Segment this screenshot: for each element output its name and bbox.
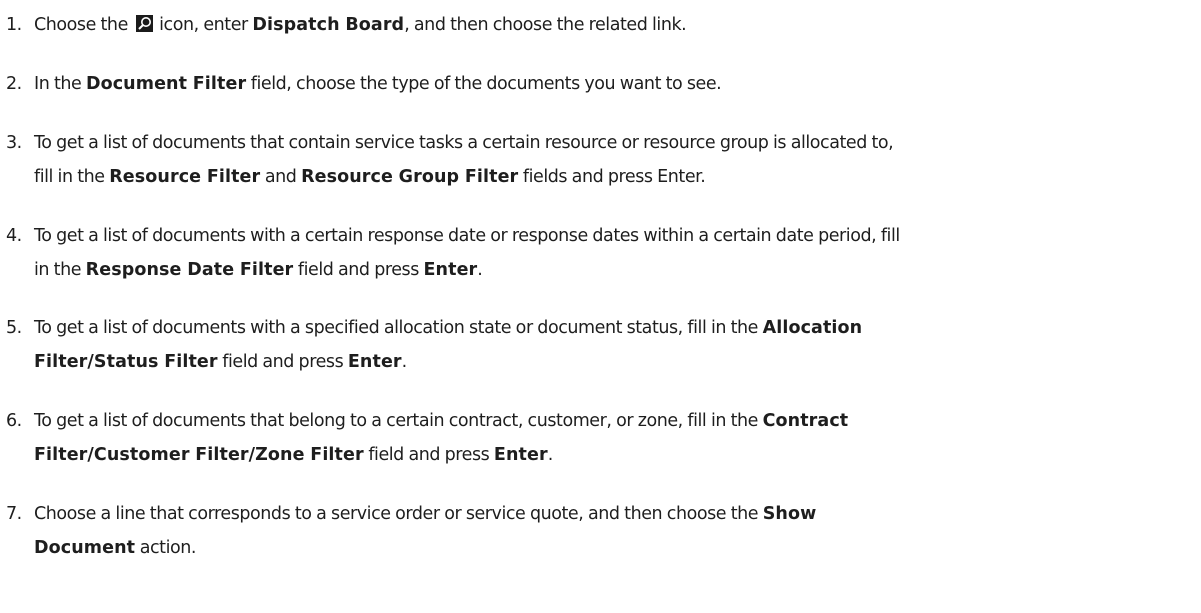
step-4: 4. To get a list of documents with a cert… <box>6 219 1186 287</box>
step-text: , and then choose the related link. <box>404 15 687 35</box>
ui-term: Enter <box>493 445 548 465</box>
step-text-line2: in the Response Date Filter field and pr… <box>6 253 1186 287</box>
step-text: Choose a line that corresponds to a serv… <box>34 504 763 524</box>
step-text: icon, enter <box>154 15 253 35</box>
ui-term: Allocation <box>762 318 863 338</box>
ui-term: Filter/Customer Filter/Zone Filter <box>34 445 364 465</box>
step-text-line2: fill in the Resource Filter and Resource… <box>6 160 1186 194</box>
step-text: field and press <box>293 260 424 280</box>
step-number: 4. <box>6 226 22 246</box>
step-number: 5. <box>6 318 22 338</box>
ui-term: Document Filter <box>85 74 247 94</box>
step-text: . <box>477 260 483 280</box>
ui-term: Contract <box>762 411 849 431</box>
step-text: field, choose the type of the documents … <box>246 74 722 94</box>
step-text: . <box>547 445 554 465</box>
step-number: 2. <box>6 74 22 94</box>
step-text: field and press <box>363 445 494 465</box>
ui-term: Document <box>34 538 136 558</box>
step-text: fill in the <box>34 167 110 187</box>
ui-term: Dispatch Board <box>252 15 405 35</box>
ui-term: Filter/Status Filter <box>34 352 218 372</box>
step-1: 1. Choose the icon, enter Dispatch Board,… <box>6 8 1186 42</box>
step-text-line2: Filter/Customer Filter/Zone Filter field… <box>6 438 1186 472</box>
ui-term: Response Date Filter <box>85 260 294 280</box>
step-text: In the <box>34 74 86 94</box>
ui-term: Show <box>762 504 817 524</box>
step-text: in the <box>34 260 86 280</box>
step-text: Choose the <box>34 15 133 35</box>
step-5: 5. To get a list of documents with a spec… <box>6 311 1186 379</box>
step-text: field and press <box>217 352 348 372</box>
step-text-line2: Document action. <box>6 531 1186 565</box>
ui-term: Enter <box>347 352 402 372</box>
step-7: 7. Choose a line that corresponds to a se… <box>6 497 1186 565</box>
step-number: 1. <box>6 15 22 35</box>
step-3: 3. To get a list of documents that contai… <box>6 126 1186 194</box>
step-number: 7. <box>6 504 22 524</box>
ui-term: Enter <box>423 260 478 280</box>
step-text: action. <box>135 538 197 558</box>
step-text: fields and press Enter. <box>518 167 706 187</box>
step-2: 2. In the Document Filter field, choose t… <box>6 67 1186 101</box>
step-text: To get a list of documents with a certai… <box>34 226 900 246</box>
ui-term: Resource Group Filter <box>301 167 519 187</box>
step-text: To get a list of documents that contain … <box>34 133 894 153</box>
step-6: 6. To get a list of documents that belong… <box>6 404 1186 472</box>
step-text: To get a list of documents with a specif… <box>34 318 763 338</box>
step-text: . <box>401 352 408 372</box>
search-icon <box>135 15 153 32</box>
step-number: 3. <box>6 133 22 153</box>
step-text-line2: Filter/Status Filter field and press Ent… <box>6 345 1186 379</box>
step-text: To get a list of documents that belong t… <box>34 411 763 431</box>
ui-term: Resource Filter <box>109 167 261 187</box>
step-text: and <box>260 167 302 187</box>
step-number: 6. <box>6 411 22 431</box>
